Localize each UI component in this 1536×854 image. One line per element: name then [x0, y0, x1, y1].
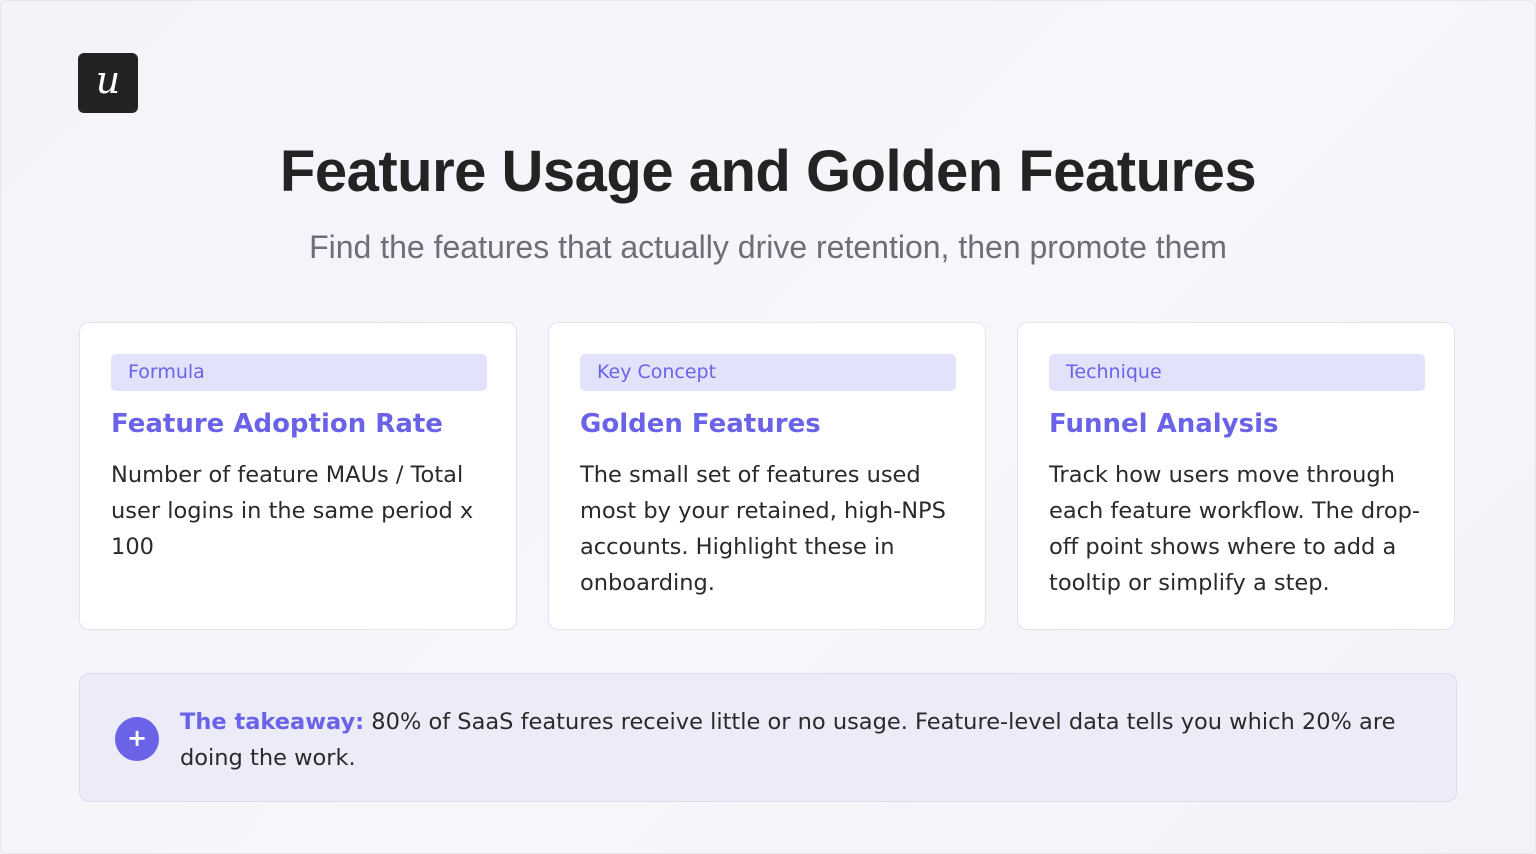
card-badge: Key Concept	[580, 354, 956, 391]
logo-letter: u	[95, 58, 121, 102]
page-subtitle: Find the features that actually drive re…	[309, 229, 1227, 265]
card-title: Feature Adoption Rate	[111, 409, 443, 439]
takeaway-banner: + The takeaway: 80% of SaaS features rec…	[79, 673, 1457, 802]
card-feature-adoption-rate: Formula Feature Adoption Rate Number of …	[79, 322, 517, 630]
card-body: The small set of features used most by y…	[580, 462, 946, 596]
takeaway-label: The takeaway:	[180, 709, 365, 735]
card-body: Track how users move through each featur…	[1049, 462, 1421, 596]
card-title: Golden Features	[580, 409, 821, 439]
card-funnel-analysis: Technique Funnel Analysis Track how user…	[1017, 322, 1455, 630]
takeaway-text: The takeaway: 80% of SaaS features recei…	[180, 704, 1410, 776]
plus-icon: +	[115, 717, 159, 761]
card-badge: Formula	[111, 354, 487, 391]
card-badge: Technique	[1049, 354, 1425, 391]
card-body: Number of feature MAUs / Total user logi…	[111, 462, 474, 560]
card-golden-features: Key Concept Golden Features The small se…	[548, 322, 986, 630]
userpilot-logo: u	[78, 53, 138, 113]
page-title: Feature Usage and Golden Features	[279, 139, 1257, 204]
card-title: Funnel Analysis	[1049, 409, 1279, 439]
